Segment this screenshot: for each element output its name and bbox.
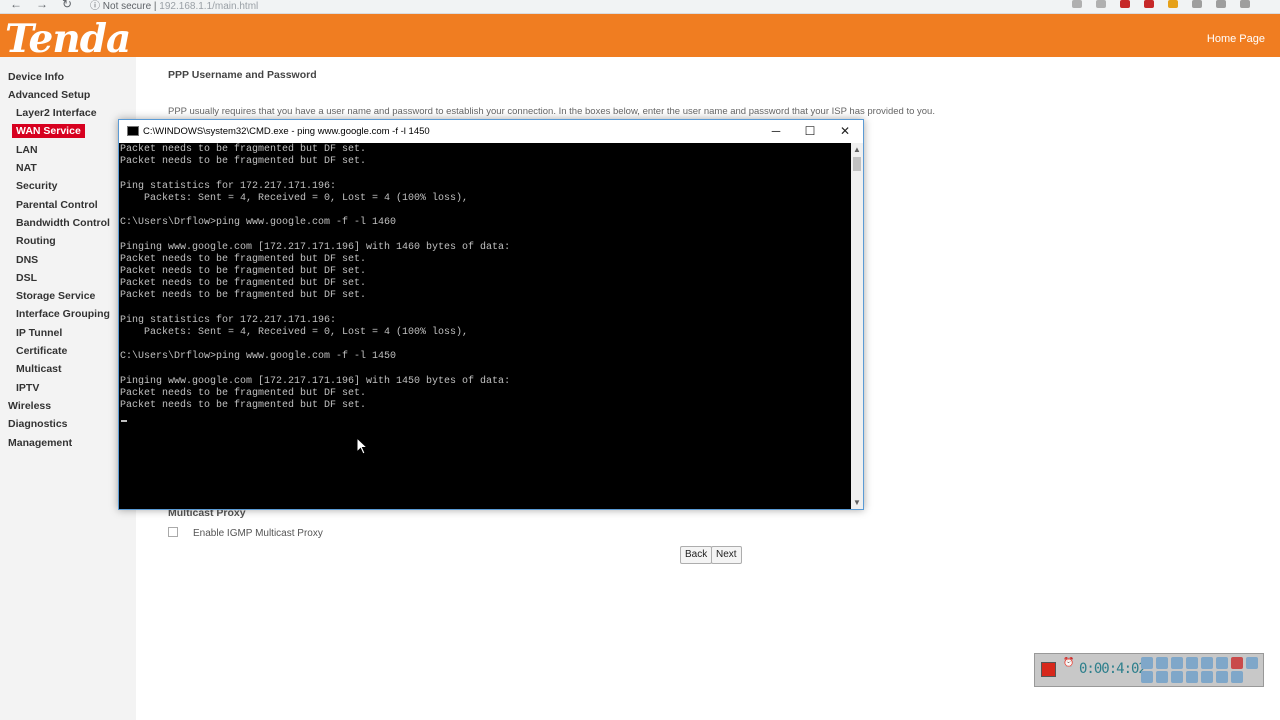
sidebar-item-storage-service[interactable]: Storage Service (16, 290, 95, 302)
browser-toolbar: ← → ↻ ⓘ Not secure | 192.168.1.1/main.ht… (0, 0, 1280, 14)
settings-icon[interactable] (1192, 0, 1202, 8)
stop-record-button[interactable] (1041, 662, 1056, 677)
sidebar-item-iptv[interactable]: IPTV (16, 382, 39, 394)
star-icon[interactable] (1096, 0, 1106, 8)
cmd-titlebar[interactable]: C:\WINDOWS\system32\CMD.exe - ping www.g… (119, 120, 863, 143)
back-button[interactable]: Back (680, 546, 713, 564)
sidebar-item-bandwidth-control[interactable]: Bandwidth Control (16, 217, 110, 229)
sidebar-item-parental-control[interactable]: Parental Control (16, 199, 98, 211)
extension-icons (1072, 0, 1250, 8)
volume-meter-icon (1156, 657, 1168, 669)
speaker-icon[interactable] (1141, 657, 1153, 669)
page-title: PPP Username and Password (168, 69, 317, 81)
sidebar-item-certificate[interactable]: Certificate (16, 345, 67, 357)
draw-icon[interactable] (1216, 657, 1228, 669)
cmd-icon (127, 126, 139, 136)
sidebar-item-routing[interactable]: Routing (16, 235, 56, 247)
pause-icon[interactable] (1246, 657, 1258, 669)
sidebar-item-diagnostics[interactable]: Diagnostics (8, 418, 68, 430)
sidebar-item-ip-tunnel[interactable]: IP Tunnel (16, 327, 62, 339)
account-icon[interactable] (1240, 0, 1250, 8)
microphone-icon[interactable] (1141, 671, 1153, 683)
minimize-icon[interactable]: ─ (759, 122, 793, 140)
sidebar-item-security[interactable]: Security (16, 180, 57, 192)
sidebar-item-nat[interactable]: NAT (16, 162, 37, 174)
recorder-toolbar (1141, 657, 1259, 683)
next-button[interactable]: Next (711, 546, 742, 564)
sidebar-item-management[interactable]: Management (8, 437, 72, 449)
sidebar-item-device-info[interactable]: Device Info (8, 71, 64, 83)
extension-icon[interactable] (1216, 0, 1226, 8)
close-icon[interactable]: ✕ (828, 122, 862, 140)
extension-badge-icon[interactable] (1144, 0, 1154, 8)
forward-arrow-icon[interactable]: → (36, 0, 48, 11)
fullscreen-icon[interactable] (1201, 671, 1213, 683)
scroll-up-arrow-icon[interactable]: ▲ (853, 145, 861, 154)
back-arrow-icon[interactable]: ← (10, 0, 22, 11)
home-page-link[interactable]: Home Page (1207, 33, 1265, 45)
close-icon[interactable] (1231, 657, 1243, 669)
cmd-scrollbar[interactable]: ▲ ▼ (851, 143, 863, 509)
scrollbar-thumb[interactable] (853, 157, 861, 171)
console-output: Packet needs to be fragmented but DF set… (120, 144, 511, 412)
sidebar-item-layer2-interface[interactable]: Layer2 Interface (16, 107, 97, 119)
settings-icon[interactable] (1201, 657, 1213, 669)
recording-timer: 0:00:4:02 (1079, 661, 1147, 677)
adblock-icon[interactable] (1120, 0, 1130, 8)
sidebar-item-interface-grouping[interactable]: Interface Grouping (16, 308, 110, 320)
screen-recorder-widget: ⏰ 0:00:4:02 (1034, 653, 1264, 687)
alarm-clock-icon: ⏰ (1063, 657, 1075, 667)
monitor-icon[interactable] (1216, 671, 1228, 683)
webcam-overlay-icon[interactable] (1171, 671, 1183, 683)
router-header: Tenda Home Page (0, 14, 1280, 62)
region-icon[interactable] (1186, 671, 1198, 683)
text-cursor (121, 420, 127, 422)
sidebar-item-dsl[interactable]: DSL (16, 272, 37, 284)
folder-icon[interactable] (1186, 657, 1198, 669)
maximize-icon[interactable]: ☐ (793, 122, 827, 140)
cmd-window[interactable]: C:\WINDOWS\system32\CMD.exe - ping www.g… (118, 119, 864, 510)
mic-level-icon (1156, 671, 1168, 683)
dropdown-icon[interactable] (1231, 671, 1243, 683)
cmd-title: C:\WINDOWS\system32\CMD.exe - ping www.g… (143, 126, 430, 137)
cmd-console[interactable]: Packet needs to be fragmented but DF set… (119, 143, 851, 509)
mouse-pointer-icon (356, 437, 368, 455)
sidebar-item-wireless[interactable]: Wireless (8, 400, 51, 412)
webcam-icon[interactable] (1171, 657, 1183, 669)
sidebar-item-wan-service[interactable]: WAN Service (12, 124, 85, 138)
sidebar-item-dns[interactable]: DNS (16, 254, 38, 266)
address-bar[interactable]: ⓘ Not secure | 192.168.1.1/main.html (90, 0, 258, 12)
sidebar-item-lan[interactable]: LAN (16, 144, 38, 156)
igmp-proxy-label: Enable IGMP Multicast Proxy (193, 528, 323, 539)
url-text: 192.168.1.1/main.html (159, 1, 259, 12)
sidebar-item-advanced-setup[interactable]: Advanced Setup (8, 89, 90, 101)
sidebar-nav: Device Info Advanced Setup Layer2 Interf… (0, 57, 136, 720)
reload-icon[interactable]: ↻ (62, 0, 72, 11)
security-label: Not secure (102, 1, 152, 12)
sidebar-item-multicast[interactable]: Multicast (16, 363, 62, 375)
scroll-down-arrow-icon[interactable]: ▼ (853, 498, 861, 507)
tenda-logo: Tenda (5, 16, 131, 62)
igmp-proxy-checkbox[interactable] (168, 527, 178, 537)
extension-icon[interactable] (1168, 0, 1178, 8)
key-icon[interactable] (1072, 0, 1082, 8)
page-description: PPP usually requires that you have a use… (168, 106, 935, 117)
